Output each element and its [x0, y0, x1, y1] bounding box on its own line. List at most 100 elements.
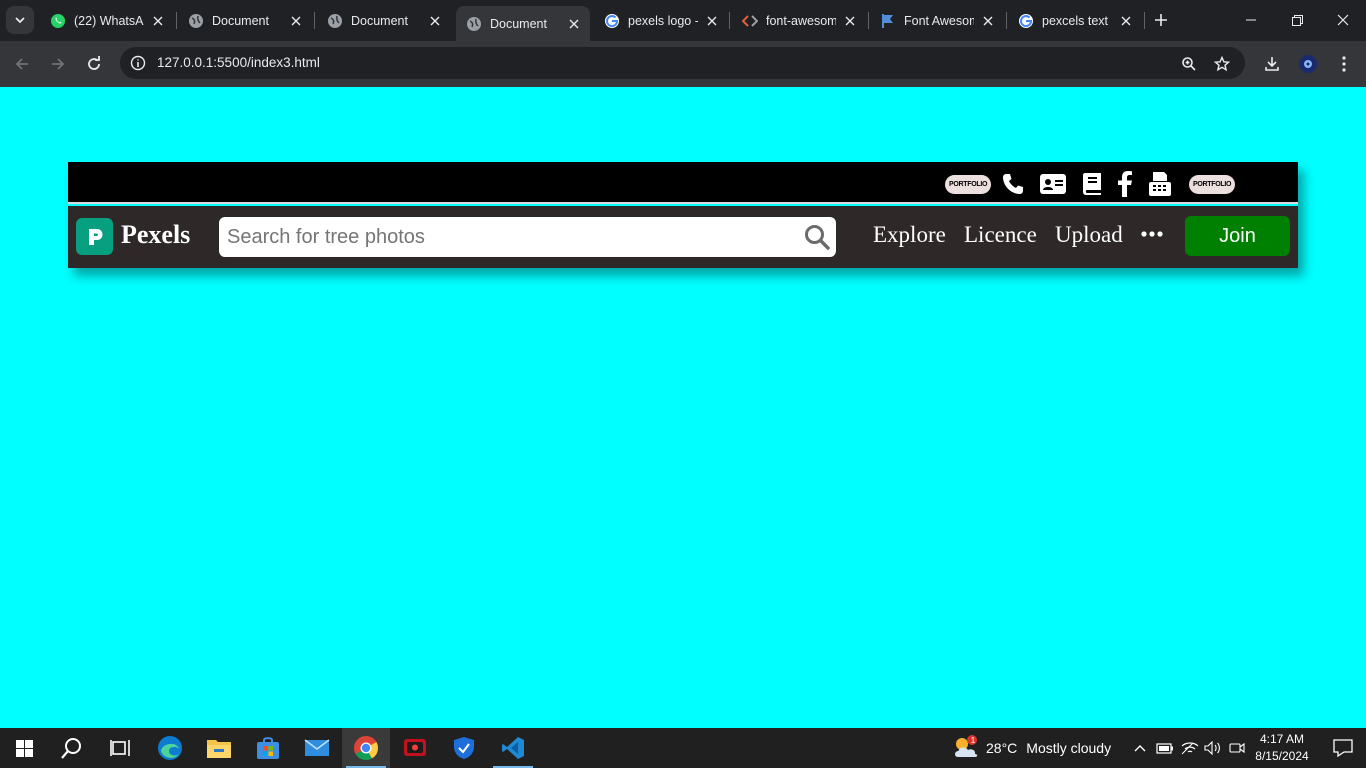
taskbar-security[interactable] [440, 728, 488, 768]
tab-title: (22) WhatsApp [74, 13, 144, 28]
whatsapp-icon [50, 13, 66, 29]
facebook-icon[interactable] [1115, 170, 1135, 198]
tab-document-active[interactable]: Document [456, 6, 590, 41]
code-icon [742, 13, 758, 29]
taskbar-screen-recorder[interactable] [391, 728, 439, 768]
tab-document-1[interactable]: Document [178, 6, 312, 35]
close-icon[interactable] [1118, 13, 1134, 29]
globe-icon [327, 13, 343, 29]
pexels-logo-icon[interactable] [76, 218, 113, 255]
taskbar-file-explorer[interactable] [195, 728, 243, 768]
close-icon[interactable] [704, 13, 720, 29]
site-info-icon[interactable] [128, 53, 148, 73]
tab-title: font-awesome [766, 13, 836, 28]
taskbar-edge[interactable] [146, 728, 194, 768]
weather-condition: Mostly cloudy [1026, 740, 1112, 756]
reload-button[interactable] [78, 48, 110, 80]
close-icon[interactable] [427, 13, 443, 29]
search-button[interactable] [803, 223, 831, 251]
battery-icon[interactable] [1155, 738, 1175, 758]
restore-button[interactable] [1274, 0, 1320, 40]
tab-whatsapp[interactable]: (22) WhatsApp [40, 6, 174, 35]
weather-widget[interactable]: 1 28°C Mostly cloudy [952, 728, 1111, 768]
screen-recorder-icon [404, 739, 426, 756]
arrow-left-icon [15, 58, 28, 70]
tab-document-2[interactable]: Document [317, 6, 451, 35]
folder-icon [207, 740, 231, 758]
portfolio-badge-label: PORTFOLIO [1189, 174, 1236, 194]
forward-button[interactable] [42, 48, 74, 80]
taskbar-search-button[interactable] [48, 728, 96, 768]
task-view-button[interactable] [96, 728, 144, 768]
phone-icon[interactable] [1000, 170, 1026, 198]
browser-toolbar: 127.0.0.1:5500/index3.html [0, 41, 1366, 87]
tab-pexcels-text[interactable]: pexcels text p [1008, 6, 1142, 35]
browser-menu-button[interactable] [1328, 48, 1360, 80]
tab-separator [1144, 12, 1145, 29]
taskbar-vscode[interactable] [489, 728, 537, 768]
start-button[interactable] [0, 728, 48, 768]
weather-temperature: 28°C [986, 740, 1018, 756]
notification-center-button[interactable] [1320, 728, 1366, 768]
taskbar-microsoft-store[interactable] [244, 728, 292, 768]
bookmark-star-icon[interactable] [1211, 53, 1233, 75]
close-icon[interactable] [150, 13, 166, 29]
tab-title: Document [212, 13, 269, 28]
main-navbar: Pexels Explore Licence Upload Join [68, 206, 1298, 268]
reload-icon [88, 56, 100, 70]
tab-title: Document [490, 16, 547, 31]
task-view-icon [110, 740, 130, 756]
wifi-icon[interactable] [1180, 738, 1200, 758]
url-text: 127.0.0.1:5500/index3.html [157, 55, 320, 70]
volume-icon[interactable] [1203, 738, 1223, 758]
search-input[interactable] [227, 217, 797, 257]
meet-now-icon[interactable] [1227, 738, 1247, 758]
download-icon [1265, 57, 1279, 71]
search-icon [61, 738, 81, 759]
brand-name[interactable]: Pexels [121, 220, 190, 250]
close-icon[interactable] [288, 13, 304, 29]
browser-tab-strip: (22) WhatsApp Document Document Document… [0, 0, 1366, 41]
show-hidden-icons-chevron-up-icon[interactable] [1130, 738, 1150, 758]
tab-title: pexels logo - [628, 13, 698, 28]
plus-icon [1155, 14, 1167, 26]
close-icon[interactable] [842, 13, 858, 29]
nav-explore[interactable]: Explore [873, 222, 946, 248]
system-clock[interactable]: 4:17 AM 8/15/2024 [1250, 731, 1314, 765]
tab-separator [314, 12, 315, 29]
header-top-bar: PORTFOLIO PORTFOLIO [68, 162, 1298, 204]
nav-upload[interactable]: Upload [1055, 222, 1123, 248]
store-icon [257, 737, 279, 759]
zoom-icon[interactable] [1178, 53, 1200, 75]
tab-font-awesome-code[interactable]: font-awesome [732, 6, 866, 35]
portfolio-badge-icon[interactable]: PORTFOLIO [1189, 170, 1236, 198]
tab-separator [1006, 12, 1007, 29]
shield-icon [454, 737, 474, 759]
contact-card-icon[interactable] [1038, 170, 1068, 198]
close-icon[interactable] [566, 16, 582, 32]
arrow-right-icon [52, 58, 65, 70]
google-icon [604, 13, 620, 29]
close-icon[interactable] [980, 13, 996, 29]
tab-font-awesome[interactable]: Font Awesome [870, 6, 1004, 35]
minimize-button[interactable] [1228, 0, 1274, 40]
taskbar-chrome[interactable] [342, 728, 390, 768]
tab-pexels-logo[interactable]: pexels logo - [594, 6, 728, 35]
close-window-button[interactable] [1320, 0, 1366, 40]
tab-separator [868, 12, 869, 29]
fax-icon[interactable] [1147, 170, 1173, 198]
tab-search-button[interactable] [6, 6, 34, 34]
profile-button[interactable] [1292, 48, 1324, 80]
book-icon[interactable] [1081, 170, 1103, 198]
nav-licence[interactable]: Licence [964, 222, 1037, 248]
portfolio-badge-icon[interactable]: PORTFOLIO [945, 170, 992, 198]
taskbar-mail[interactable] [293, 728, 341, 768]
downloads-button[interactable] [1256, 48, 1288, 80]
join-button[interactable]: Join [1185, 216, 1290, 256]
search-bar [219, 217, 836, 257]
new-tab-button[interactable] [1148, 6, 1174, 34]
tab-title: Document [351, 13, 408, 28]
address-bar[interactable]: 127.0.0.1:5500/index3.html [120, 47, 1245, 79]
more-options-button[interactable] [1140, 222, 1164, 246]
back-button[interactable] [6, 48, 38, 80]
